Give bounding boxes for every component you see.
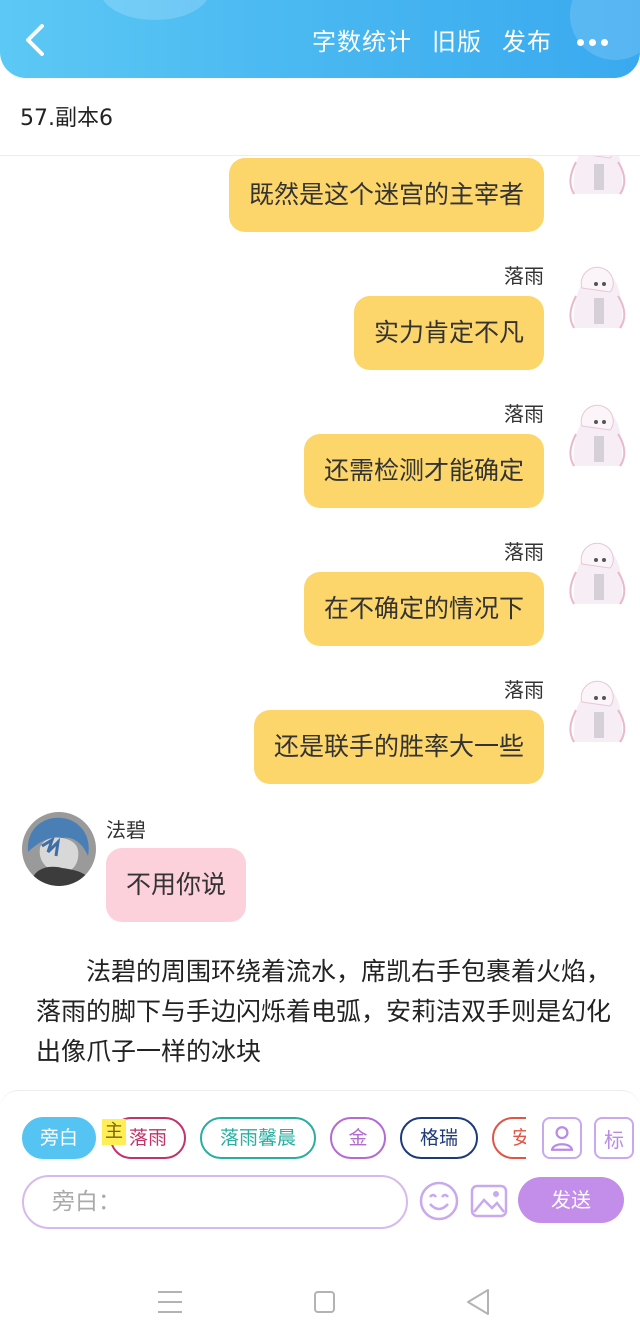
message-bubble[interactable]: 还需检测才能确定 [303, 434, 544, 508]
role-selector: 旁白 主 落雨 落雨馨晨 金 格瑞 安 [22, 1117, 526, 1161]
back-icon[interactable] [18, 20, 54, 60]
emoji-icon[interactable] [418, 1180, 460, 1222]
message-bubble[interactable]: 既然是这个迷宫的主宰者 [228, 158, 544, 232]
word-count-button[interactable]: 字数统计 [312, 20, 412, 64]
speaker-name: 落雨 [504, 678, 544, 702]
chapter-title[interactable]: 57.副本6 [20, 100, 113, 132]
role-chip-an[interactable]: 安 [492, 1117, 526, 1159]
composer-panel: 旁白 主 落雨 落雨馨晨 金 格瑞 安 标 发送 [0, 1090, 640, 1230]
main-role-tag: 主 [102, 1119, 126, 1145]
message-bubble[interactable]: 不用你说 [106, 848, 247, 922]
top-bar: 字数统计 旧版 发布 [0, 0, 640, 78]
speaker-name: 落雨 [504, 540, 544, 564]
send-button[interactable]: 发送 [518, 1177, 624, 1223]
role-chip-gerui[interactable]: 格瑞 [400, 1117, 478, 1159]
avatar-fabi[interactable] [22, 812, 96, 886]
more-icon[interactable] [572, 20, 612, 64]
role-chip-narrator[interactable]: 旁白 [22, 1117, 96, 1159]
back-triangle-icon[interactable] [458, 1282, 498, 1322]
decor-bubble [100, 0, 210, 20]
avatar-luoyu[interactable] [560, 672, 634, 746]
speaker-name: 落雨 [504, 264, 544, 288]
speaker-name: 落雨 [504, 402, 544, 426]
message-bubble[interactable]: 在不确定的情况下 [303, 572, 544, 646]
person-card-icon[interactable] [542, 1117, 582, 1159]
speaker-name: 法碧 [106, 818, 146, 842]
avatar-luoyu[interactable] [560, 258, 634, 332]
message-input[interactable] [24, 1177, 406, 1227]
system-nav-bar [0, 1230, 640, 1342]
avatar-luoyu[interactable] [560, 156, 634, 198]
menu-icon[interactable] [150, 1282, 190, 1322]
message-input-box[interactable] [22, 1175, 408, 1229]
role-chip-jin[interactable]: 金 [330, 1117, 386, 1159]
chat-area[interactable]: 既然是这个迷宫的主宰者 落雨 实力肯定不凡 落雨 还需检测才能确定 落雨 在不确… [0, 156, 640, 1090]
avatar-luoyu[interactable] [560, 534, 634, 608]
chapter-row: 57.副本6 [0, 78, 640, 156]
home-icon[interactable] [304, 1282, 344, 1322]
narration-text[interactable]: 法碧的周围环绕着流水，席凯右手包裹着火焰，落雨的脚下与手边闪烁着电弧，安莉洁双手… [36, 952, 614, 1072]
old-version-button[interactable]: 旧版 [432, 20, 482, 64]
message-bubble[interactable]: 还是联手的胜率大一些 [253, 710, 544, 784]
label-button[interactable]: 标 [594, 1117, 634, 1159]
publish-button[interactable]: 发布 [502, 20, 552, 64]
image-icon[interactable] [468, 1180, 510, 1222]
message-bubble[interactable]: 实力肯定不凡 [353, 296, 544, 370]
avatar-luoyu[interactable] [560, 396, 634, 470]
role-chip-luoyu-xinchen[interactable]: 落雨馨晨 [200, 1117, 316, 1159]
